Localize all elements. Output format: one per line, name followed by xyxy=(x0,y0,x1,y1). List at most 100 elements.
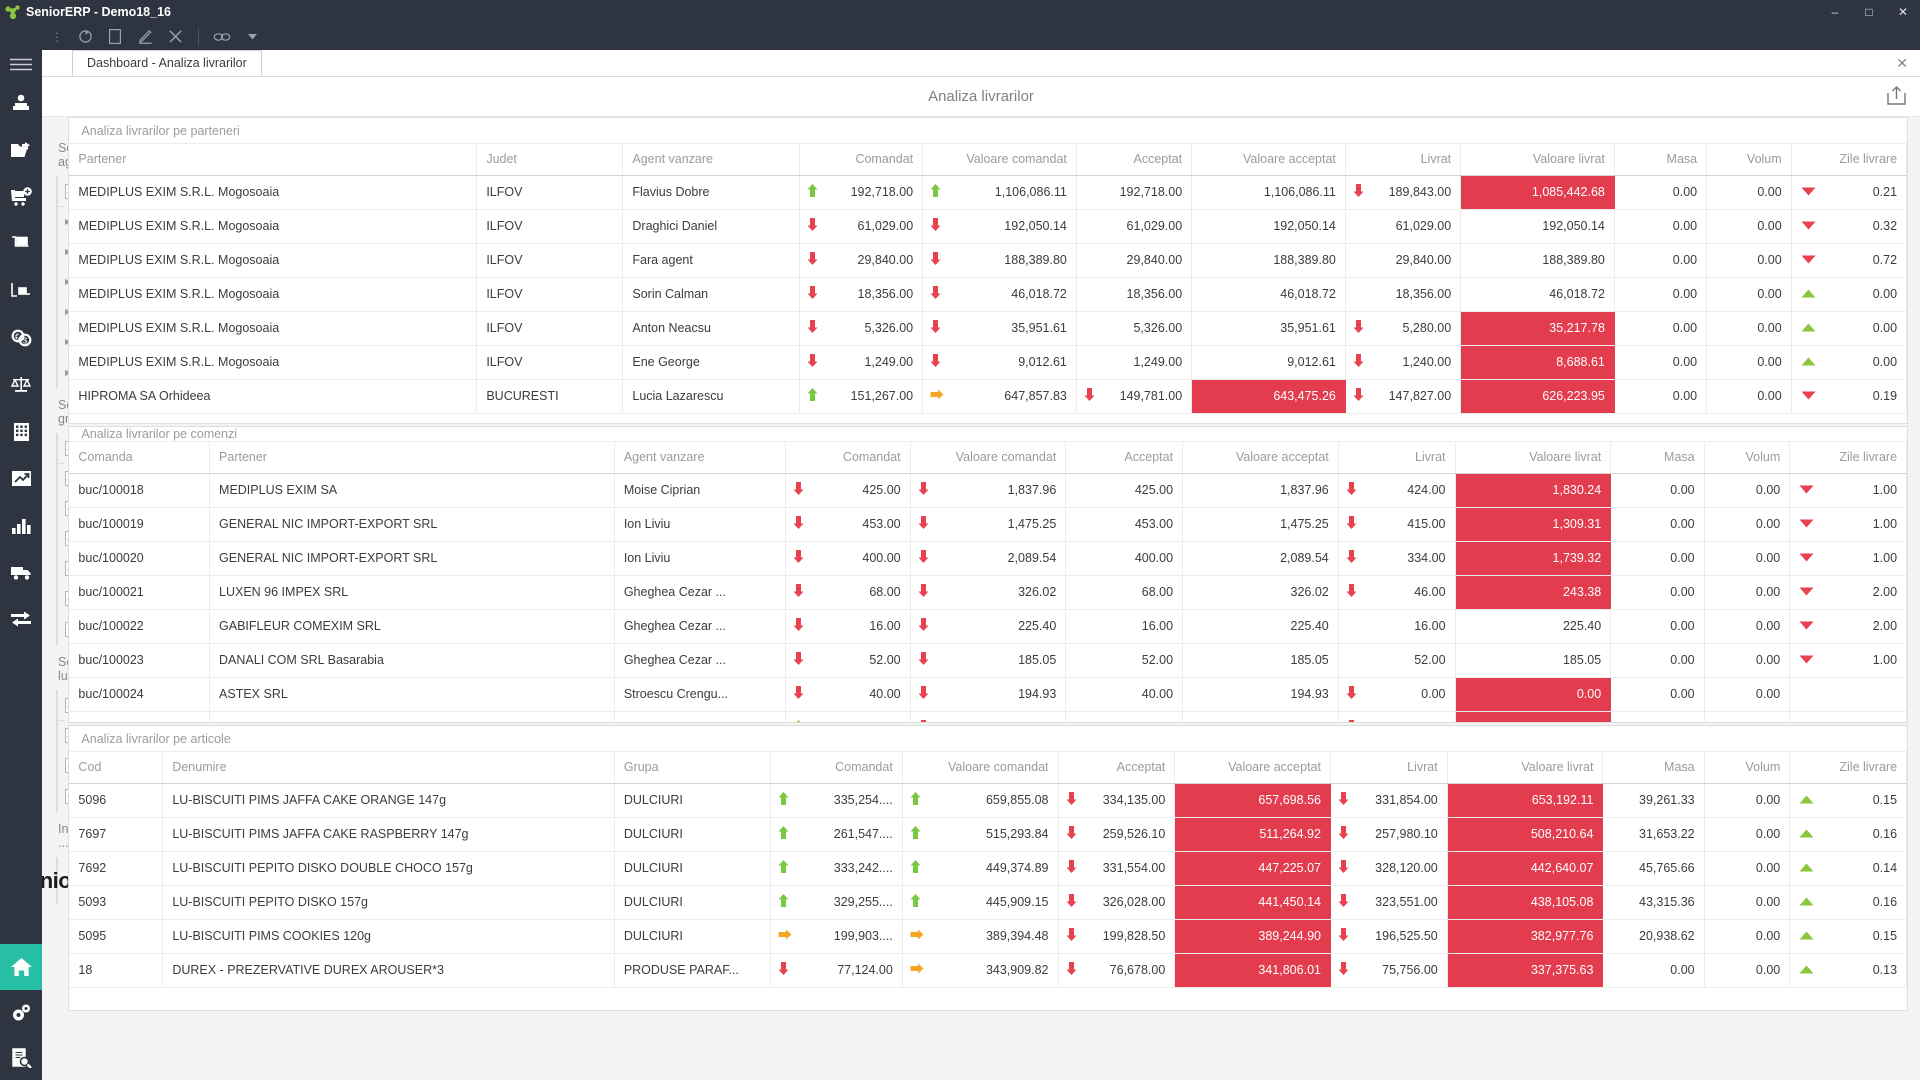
column-header[interactable]: Comandat xyxy=(785,442,911,474)
column-header[interactable]: Cod xyxy=(69,752,164,784)
sidebar-item-cart[interactable] xyxy=(0,220,42,267)
toolbar-handle-icon[interactable]: ⋮ xyxy=(44,30,70,44)
table-row[interactable]: 18 DUREX - PREZERVATIVE DUREX AROUSER*3 PR… xyxy=(69,953,1908,988)
filter-row[interactable]: (All) xyxy=(57,691,69,721)
filter-row[interactable]: March 2017 xyxy=(57,781,69,811)
checkbox[interactable] xyxy=(65,471,69,486)
filter-row[interactable]: ▶Anton Neacsu xyxy=(57,267,68,297)
table-row[interactable]: MEDIPLUS EXIM S.R.L. Mogosoaia ILFOV Sorin… xyxy=(69,277,1908,312)
tab-close-icon[interactable]: ✕ xyxy=(1896,56,1908,70)
expand-arrow-icon[interactable]: ▶ xyxy=(65,247,68,256)
column-header[interactable]: Livrat xyxy=(1330,752,1448,784)
column-header[interactable]: Volum xyxy=(1706,144,1792,176)
sidebar-item-open-folder[interactable] xyxy=(0,126,42,173)
maximize-button[interactable]: □ xyxy=(1852,0,1886,23)
column-header[interactable]: Volum xyxy=(1704,442,1791,474)
filter-row[interactable]: CONSERVE xyxy=(57,524,69,554)
filter-row[interactable]: -- xyxy=(57,464,69,494)
dropdown-icon[interactable] xyxy=(237,26,267,48)
expand-arrow-icon[interactable]: ▶ xyxy=(65,337,68,346)
table-row[interactable]: buc/100018 MEDIPLUS EXIM SA Moise Ciprian 4… xyxy=(69,473,1908,508)
sidebar-item-report[interactable] xyxy=(0,1035,42,1080)
sidebar-item-transfer[interactable] xyxy=(0,596,42,643)
table-row[interactable]: 5095 LU-BISCUITI PIMS COOKIES 120g DULCIUR… xyxy=(69,919,1908,954)
table-articole[interactable]: Cod Denumire Grupa Comandat Valoare comandat… xyxy=(69,752,1908,988)
checkbox[interactable] xyxy=(65,621,69,637)
column-header[interactable]: Valoare acceptat xyxy=(1174,752,1331,784)
table-comenzi[interactable]: Comanda Partener Agent vanzare Comandat Valo… xyxy=(69,442,1908,722)
column-header[interactable]: Judet xyxy=(476,144,624,176)
column-header[interactable]: Agent vanzare xyxy=(622,144,801,176)
filter-row[interactable]: (All) xyxy=(57,177,69,207)
sidebar-item-currency[interactable]: € $ xyxy=(0,314,42,361)
column-header[interactable]: Partener xyxy=(209,442,615,474)
expand-arrow-icon[interactable]: ▶ xyxy=(65,307,68,316)
column-header[interactable]: Valoare comandat xyxy=(902,752,1059,784)
table-row[interactable]: buc/100023 DANALI COM SRL Basarabia Gheghe… xyxy=(69,643,1908,678)
column-header[interactable]: Livrat xyxy=(1338,442,1456,474)
column-header[interactable]: Acceptat xyxy=(1076,144,1193,176)
checkbox[interactable] xyxy=(65,698,69,713)
column-header[interactable]: Zile livrare xyxy=(1789,752,1908,784)
checkbox[interactable] xyxy=(65,788,69,804)
agent-filter-list[interactable]: (All)▶Alemnaritei Ilie▶Anna Moldovan▶Ant… xyxy=(56,176,69,388)
refresh-icon[interactable] xyxy=(70,26,100,48)
sidebar-item-home[interactable] xyxy=(0,944,42,990)
filter-row[interactable]: ▶Aurel Bront xyxy=(57,297,68,327)
filter-row[interactable]: DULCIURI xyxy=(57,554,69,584)
column-header[interactable]: Comandat xyxy=(770,752,903,784)
table-row[interactable]: buc/100019 GENERAL NIC IMPORT-EXPORT SRL I… xyxy=(69,507,1908,542)
sidebar-item-warehouse[interactable] xyxy=(0,267,42,314)
expand-arrow-icon[interactable]: ▶ xyxy=(65,368,68,377)
filter-row[interactable]: February 2017 xyxy=(57,751,69,781)
table-row[interactable]: 7692 LU-BISCUITI PEPITO DISKO DOUBLE CHOC… xyxy=(69,851,1908,886)
table-row[interactable]: MEDIPLUS EXIM S.R.L. Mogosoaia ILFOV Anton… xyxy=(69,311,1908,346)
close-button[interactable]: ✕ xyxy=(1886,0,1920,23)
column-header[interactable]: Acceptat xyxy=(1065,442,1184,474)
checkbox[interactable] xyxy=(65,184,69,199)
table-row[interactable]: 5096 LU-BISCUITI PIMS JAFFA CAKE ORANGE 1… xyxy=(69,783,1908,818)
column-header[interactable]: Livrat xyxy=(1345,144,1462,176)
checkbox[interactable] xyxy=(65,591,69,606)
tab-dashboard-analiza-livrarilor[interactable]: Dashboard - Analiza livrarilor xyxy=(72,50,262,76)
column-header[interactable]: Valoare comandat xyxy=(910,442,1067,474)
column-header[interactable]: Partener xyxy=(69,144,478,176)
table-row[interactable]: 5093 LU-BISCUITI PEPITO DISKO 157g DULCIUR… xyxy=(69,885,1908,920)
expand-arrow-icon[interactable]: ▶ xyxy=(65,277,68,286)
checkbox[interactable] xyxy=(65,728,69,743)
table-row[interactable]: buc/100020 GENERAL NIC IMPORT-EXPORT SRL I… xyxy=(69,541,1908,576)
checkbox[interactable] xyxy=(65,501,69,516)
filter-row[interactable]: (All) xyxy=(57,434,69,464)
column-header[interactable]: Masa xyxy=(1602,752,1705,784)
column-header[interactable]: Valoare comandat xyxy=(922,144,1077,176)
checkbox[interactable] xyxy=(65,441,69,456)
filter-row[interactable]: ▶Anna Moldovan xyxy=(57,237,68,267)
column-header[interactable]: Agent vanzare xyxy=(614,442,787,474)
filter-row[interactable]: APARATE (dispensere si ... xyxy=(57,494,69,524)
sidebar-item-truck[interactable] xyxy=(0,549,42,596)
column-header[interactable]: Volum xyxy=(1704,752,1791,784)
filter-row[interactable]: January 2017 xyxy=(57,721,69,751)
column-header[interactable]: Valoare acceptat xyxy=(1182,442,1339,474)
column-header[interactable]: Comandat xyxy=(799,144,924,176)
column-header[interactable]: Valoare acceptat xyxy=(1191,144,1346,176)
filter-row[interactable]: MANCARE PENTRU COPII xyxy=(57,614,69,644)
column-header[interactable]: Valoare livrat xyxy=(1460,144,1615,176)
table-row[interactable]: buc/100024 ASTEX SRL Stroescu Crengu... 40.… xyxy=(69,677,1908,712)
hamburger-menu-icon[interactable] xyxy=(0,50,42,79)
expand-arrow-icon[interactable]: ▶ xyxy=(65,217,68,226)
table-row[interactable]: MEDIPLUS EXIM S.R.L. Mogosoaia ILFOV Fara … xyxy=(69,243,1908,278)
table-row[interactable]: buc/100021 LUXEN 96 IMPEX SRL Gheghea Ceza… xyxy=(69,575,1908,610)
filter-row[interactable]: ▶Alemnaritei Ilie xyxy=(57,207,68,237)
checkbox[interactable] xyxy=(65,758,69,773)
edit-pencil-icon[interactable] xyxy=(130,26,160,48)
table-parteneri[interactable]: Partener Judet Agent vanzare Comandat Valoar… xyxy=(69,144,1908,414)
window-controls[interactable]: – □ ✕ xyxy=(1818,0,1920,23)
column-header[interactable]: Grupa xyxy=(614,752,771,784)
table-row[interactable]: HIPROMA SA Orhideea BUCURESTI Lucia Lazare… xyxy=(69,379,1908,414)
column-header[interactable]: Valoare livrat xyxy=(1447,752,1604,784)
delete-icon[interactable] xyxy=(160,26,190,48)
grupa-filter-list[interactable]: (All)--APARATE (dispensere si ...CONSERV… xyxy=(56,433,69,645)
minimize-button[interactable]: – xyxy=(1818,0,1852,23)
checkbox[interactable] xyxy=(65,561,69,576)
